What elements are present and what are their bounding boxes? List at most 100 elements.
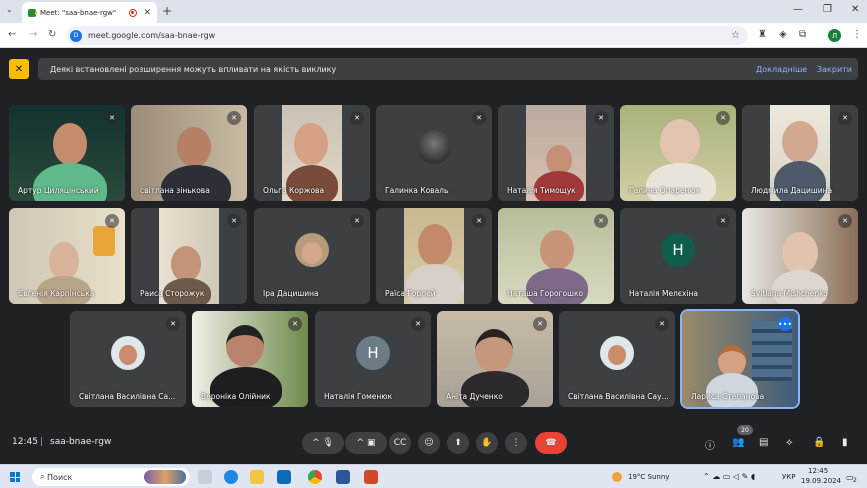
maximize-icon[interactable]: ❐ bbox=[823, 4, 832, 15]
details-link[interactable]: Докладніше bbox=[756, 65, 807, 74]
mic-off-icon: ✕ bbox=[716, 111, 730, 125]
participant-name: Наташа Горогошко bbox=[507, 289, 584, 298]
participant-tile-active-speaker[interactable]: ••• Лариса Степанова bbox=[680, 309, 800, 409]
mic-off-icon: ✕ bbox=[472, 111, 486, 125]
participant-tile[interactable]: ✕ Іра Дацишина bbox=[254, 208, 370, 304]
raise-hand-button[interactable]: ✋ bbox=[476, 432, 498, 454]
participant-tile[interactable]: ✕ Раїса Горпей bbox=[376, 208, 492, 304]
reload-icon[interactable]: ↻ bbox=[48, 29, 56, 40]
warning-camera-off-icon: ✕ bbox=[9, 59, 29, 79]
taskbar-time[interactable]: 12:45 bbox=[808, 467, 828, 475]
minimize-icon[interactable]: — bbox=[793, 4, 803, 15]
hand-icon: ✋ bbox=[481, 438, 493, 448]
mic-off-icon: ✕ bbox=[655, 317, 669, 331]
meeting-info-icon[interactable]: ⓘ bbox=[705, 437, 715, 452]
participant-count-badge: 20 bbox=[737, 425, 753, 435]
extension-2-icon[interactable]: ◈ bbox=[779, 29, 787, 40]
powerpoint-icon[interactable] bbox=[364, 470, 378, 484]
participant-tile[interactable]: H ✕ Наталія Мелєхіна bbox=[620, 208, 736, 304]
more-options-icon[interactable]: ••• bbox=[778, 317, 792, 331]
participant-name: Артур Циляцінський bbox=[18, 186, 99, 195]
participant-name: Євгенія Карпінська bbox=[18, 289, 95, 298]
participant-tile[interactable]: ✕ Світлана Василівна Са... bbox=[70, 311, 186, 407]
people-icon[interactable]: 👥 bbox=[732, 437, 744, 448]
mic-off-icon: ✕ bbox=[105, 111, 119, 125]
participant-name: Світлана Василівна Сау... bbox=[568, 392, 669, 401]
mic-off-icon: ✕ bbox=[350, 214, 364, 228]
participant-name: Наталія Тимощук bbox=[507, 186, 576, 195]
close-tab-icon[interactable]: ✕ bbox=[143, 8, 151, 18]
windows-start-icon[interactable] bbox=[10, 472, 20, 482]
participant-tile[interactable]: ✕ світлана зінькова bbox=[131, 105, 247, 201]
activities-icon[interactable]: ⟡ bbox=[786, 437, 793, 448]
participant-name: Аніта Дученко bbox=[446, 392, 503, 401]
forward-icon[interactable]: → bbox=[29, 29, 37, 40]
address-bar[interactable]: D meet.google.com/saa-bnae-rgw ☆ bbox=[66, 26, 748, 45]
task-view-icon[interactable] bbox=[198, 470, 212, 484]
participant-tile[interactable]: H ✕ Наталія Гоменюк bbox=[315, 311, 431, 407]
participant-tile[interactable]: ✕ Аніта Дученко bbox=[437, 311, 553, 407]
new-tab-button[interactable]: + bbox=[162, 4, 172, 18]
more-options-button[interactable]: ⋮ bbox=[505, 432, 527, 454]
file-explorer-icon[interactable] bbox=[250, 470, 264, 484]
participant-tile[interactable]: ✕ Галина Опаренюк bbox=[620, 105, 736, 201]
site-info-icon[interactable]: D bbox=[70, 29, 82, 42]
back-icon[interactable]: ← bbox=[8, 29, 16, 40]
participant-tile[interactable]: ✕ Світлана Василівна Сау... bbox=[559, 311, 675, 407]
participant-name: Наталія Гоменюк bbox=[324, 392, 393, 401]
camera-button[interactable]: ^ ▣ bbox=[345, 432, 387, 454]
taskbar-search[interactable]: ⌕ Поиск bbox=[32, 468, 190, 486]
mic-side-icon[interactable]: ▮ bbox=[842, 437, 848, 448]
video-person-body bbox=[526, 268, 588, 304]
participant-tile[interactable]: ✕ Євгенія Карпінська bbox=[9, 208, 125, 304]
microphone-button[interactable]: ^ 🎙 bbox=[302, 432, 344, 454]
participant-tile[interactable]: ✕ Ольга Коржова bbox=[254, 105, 370, 201]
video-person bbox=[782, 232, 818, 274]
url-text: meet.google.com/saa-bnae-rgw bbox=[88, 31, 216, 40]
video-person bbox=[660, 119, 700, 165]
captions-button[interactable]: CC bbox=[389, 432, 411, 454]
participant-name: Наталія Мелєхіна bbox=[629, 289, 698, 298]
participant-tile[interactable]: ✕ Svitlana Mishchenko bbox=[742, 208, 858, 304]
meet-favicon-icon bbox=[28, 8, 38, 17]
browser-tabstrip: ⌄ Meet: "saa-bnae-rgw" ✕ + — ❐ ✕ bbox=[0, 0, 867, 23]
tab-search-icon[interactable]: ⌄ bbox=[6, 5, 13, 14]
participant-tile[interactable]: ✕ Наташа Горогошко bbox=[498, 208, 614, 304]
browser-menu-icon[interactable]: ⋮ bbox=[852, 29, 862, 40]
video-person bbox=[49, 242, 79, 280]
participant-tile[interactable]: ✕ Вероніка Олійник bbox=[192, 311, 308, 407]
word-icon[interactable] bbox=[336, 470, 350, 484]
chat-icon[interactable]: ▤ bbox=[759, 437, 768, 448]
profile-avatar[interactable]: Л bbox=[828, 29, 841, 42]
extensions-puzzle-icon[interactable]: ⧉ bbox=[799, 29, 806, 40]
reactions-button[interactable]: ☺ bbox=[418, 432, 440, 454]
mic-off-icon: ✕ bbox=[105, 214, 119, 228]
participant-tile[interactable]: ✕ Людмила Дацишина bbox=[742, 105, 858, 201]
bookmark-star-icon[interactable]: ☆ bbox=[731, 30, 740, 41]
present-button[interactable]: ⬆ bbox=[447, 432, 469, 454]
participant-tile[interactable]: ✕ Галинка Коваль bbox=[376, 105, 492, 201]
participant-avatar bbox=[417, 130, 451, 165]
chevron-up-icon[interactable]: ^ bbox=[357, 438, 365, 448]
tab-meet[interactable]: Meet: "saa-bnae-rgw" ✕ bbox=[22, 2, 157, 23]
meeting-code: saa-bnae-rgw bbox=[50, 437, 112, 447]
language-indicator[interactable]: УКР bbox=[782, 473, 795, 481]
chrome-icon[interactable] bbox=[308, 470, 322, 484]
mail-icon[interactable] bbox=[277, 470, 291, 484]
chevron-up-icon[interactable]: ^ bbox=[312, 438, 320, 448]
close-window-icon[interactable]: ✕ bbox=[851, 4, 859, 15]
participant-tile[interactable]: ✕ Артур Циляцінський bbox=[9, 105, 125, 201]
tray-icons[interactable]: ⌃ ☁ ▭ ◁ ✎ ◖ bbox=[703, 472, 755, 481]
close-banner-link[interactable]: Закрити bbox=[817, 65, 852, 74]
taskbar-date[interactable]: 19.09.2024 bbox=[801, 477, 841, 485]
weather-text[interactable]: 19°C Sunny bbox=[628, 473, 669, 481]
participant-tile[interactable]: ✕ Раиса Сторожук bbox=[131, 208, 247, 304]
participant-tile[interactable]: ✕ Наталія Тимощук bbox=[498, 105, 614, 201]
leave-call-button[interactable]: ☎ bbox=[535, 432, 567, 454]
host-controls-icon[interactable]: 🔒 bbox=[813, 437, 825, 448]
weather-icon[interactable] bbox=[612, 472, 622, 482]
meeting-time: 12:45 bbox=[12, 437, 38, 447]
extension-icon[interactable]: ♜ bbox=[758, 29, 767, 40]
edge-icon[interactable] bbox=[224, 470, 238, 484]
participant-name: Раїса Горпей bbox=[385, 289, 436, 298]
